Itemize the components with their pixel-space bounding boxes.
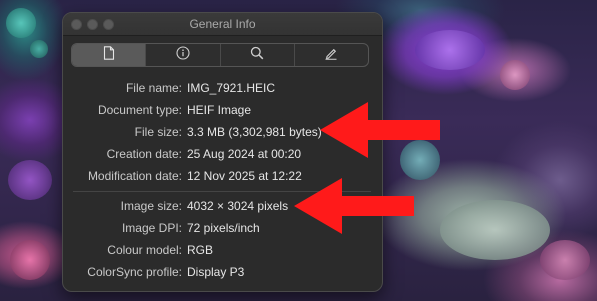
info-label: Creation date: bbox=[106, 147, 182, 161]
title-bar[interactable]: General Info bbox=[63, 13, 382, 36]
coral-decoration bbox=[540, 240, 590, 280]
info-value: 12 Nov 2025 at 12:22 bbox=[187, 169, 302, 183]
coral-decoration bbox=[415, 30, 485, 70]
info-label: ColorSync profile: bbox=[87, 265, 182, 279]
info-row-colour-model: Colour model: RGB bbox=[63, 243, 382, 259]
info-value: 25 Aug 2024 at 00:20 bbox=[187, 147, 302, 161]
coral-decoration bbox=[10, 240, 50, 280]
info-label: Image DPI: bbox=[121, 221, 182, 235]
red-arrow-icon bbox=[320, 102, 440, 158]
info-label: Modification date: bbox=[87, 169, 182, 183]
info-label: File name: bbox=[125, 81, 182, 95]
tab-general[interactable] bbox=[72, 44, 147, 66]
coral-decoration bbox=[6, 8, 36, 38]
info-label: Document type: bbox=[97, 103, 182, 117]
info-row-colorsync-profile: ColorSync profile: Display P3 bbox=[63, 265, 382, 281]
info-label: Colour model: bbox=[107, 243, 182, 257]
search-icon bbox=[250, 46, 264, 65]
info-icon bbox=[176, 45, 190, 65]
pencil-icon bbox=[324, 46, 338, 65]
inspector-tab-bar bbox=[71, 43, 369, 67]
coral-decoration bbox=[8, 160, 52, 200]
window-title: General Info bbox=[189, 17, 256, 31]
tab-more-info[interactable] bbox=[146, 44, 221, 66]
tab-edit[interactable] bbox=[295, 44, 368, 66]
info-value: 72 pixels/inch bbox=[187, 221, 260, 235]
coral-decoration bbox=[440, 200, 550, 260]
info-row-file-name: File name: IMG_7921.HEIC bbox=[63, 81, 382, 97]
info-value: 4032 × 3024 pixels bbox=[187, 199, 289, 213]
info-value: Display P3 bbox=[187, 265, 245, 279]
info-value: 3.3 MB (3,302,981 bytes) bbox=[187, 125, 322, 139]
coral-decoration bbox=[500, 60, 530, 90]
info-label: File size: bbox=[134, 125, 182, 139]
info-label: Image size: bbox=[120, 199, 182, 213]
document-icon bbox=[103, 45, 115, 65]
info-value: RGB bbox=[187, 243, 214, 257]
coral-decoration bbox=[30, 40, 48, 58]
red-arrow-icon bbox=[294, 178, 414, 234]
info-value: IMG_7921.HEIC bbox=[187, 81, 276, 95]
tab-search[interactable] bbox=[221, 44, 295, 66]
info-value: HEIF Image bbox=[187, 103, 252, 117]
